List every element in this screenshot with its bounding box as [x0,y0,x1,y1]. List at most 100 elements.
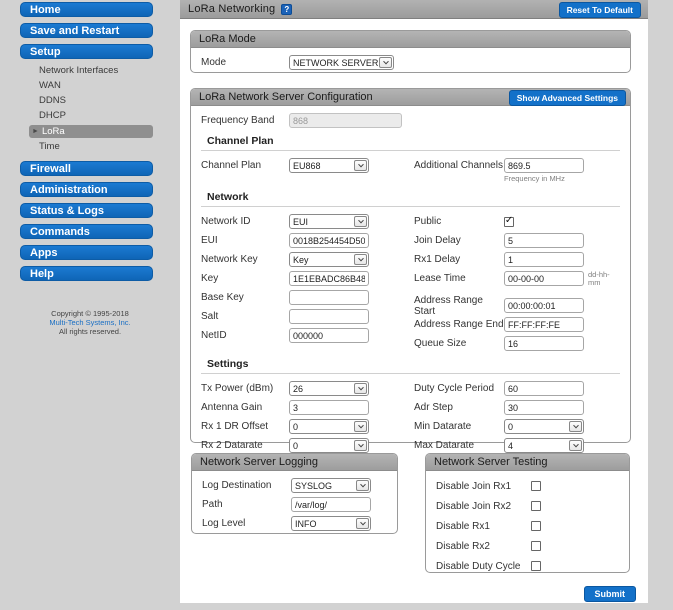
network-id-select[interactable]: EUI [289,214,369,229]
max-datarate-select[interactable]: 4 [504,438,584,453]
lease-time-input[interactable] [504,271,584,286]
key-input[interactable] [289,271,369,286]
disable-rx2-checkbox[interactable]: ✓ [531,541,541,551]
duty-cycle-period-input[interactable] [504,381,584,396]
rx1-dr-offset-select-value: 0 [293,421,299,432]
chevron-down-icon [379,57,392,68]
path-input[interactable] [291,497,371,512]
frequency-band-input [289,113,402,128]
address-range-end-label: Address Range End [414,319,504,330]
page-title: LoRa Networking [188,3,276,15]
log-level-label: Log Level [202,518,246,529]
rx2-datarate-select[interactable]: 0 [289,438,369,453]
eui-input[interactable] [289,233,369,248]
network-key-select-value: Key [293,254,309,265]
network-key-label: Network Key [201,254,258,265]
tx-power-select[interactable]: 26 [289,381,369,396]
copyright-company-link[interactable]: Multi-Tech Systems, Inc. [49,318,130,327]
disable-join-rx2-checkbox[interactable]: ✓ [531,501,541,511]
network-server-testing-panel: Network Server Testing Disable Join Rx1 … [425,453,630,573]
chevron-down-icon [354,254,367,265]
chevron-down-icon [356,518,369,529]
network-id-label: Network ID [201,216,251,227]
rx1-dr-offset-label: Rx 1 DR Offset [201,421,269,432]
min-datarate-select[interactable]: 0 [504,419,584,434]
sidebar-subitem-lora[interactable]: ► LoRa [29,125,153,138]
config-panel-header: LoRa Network Server Configuration Show A… [191,89,630,106]
sidebar-subitem-ddns[interactable]: DDNS [39,95,180,107]
queue-size-input[interactable] [504,336,584,351]
sidebar-item-status-and-logs[interactable]: Status & Logs [20,203,153,218]
adr-step-label: Adr Step [414,402,453,413]
base-key-label: Base Key [201,292,244,303]
network-key-select[interactable]: Key [289,252,369,267]
disable-join-rx1-checkbox[interactable]: ✓ [531,481,541,491]
rx2-datarate-label: Rx 2 Datarate [201,440,263,451]
copyright-line1: Copyright © 1995-2018 [51,309,129,318]
join-delay-input[interactable] [504,233,584,248]
chevron-down-icon [354,383,367,394]
additional-channels-label: Additional Channels [414,160,503,171]
min-datarate-label: Min Datarate [414,421,472,432]
sidebar-subitem-wan[interactable]: WAN [39,80,180,92]
sidebar-subitem-time[interactable]: Time [39,141,180,153]
frequency-band-label: Frequency Band [201,115,275,126]
lease-time-label: Lease Time [414,273,466,284]
mode-select[interactable]: NETWORK SERVER [289,55,394,70]
rx1-delay-label: Rx1 Delay [414,254,461,265]
chevron-down-icon [354,421,367,432]
reset-to-default-button[interactable]: Reset To Default [558,2,641,18]
logging-panel-header: Network Server Logging [192,454,397,471]
sidebar: Home Save and Restart Setup Network Inte… [0,0,180,336]
sidebar-subitem-label: LoRa [41,126,65,137]
disable-rx2-label: Disable Rx2 [436,540,490,552]
adr-step-input[interactable] [504,400,584,415]
min-datarate-select-value: 0 [508,421,514,432]
sidebar-item-help[interactable]: Help [20,266,153,281]
log-destination-select[interactable]: SYSLOG [291,478,371,493]
address-range-start-input[interactable] [504,298,584,313]
disable-rx1-checkbox[interactable]: ✓ [531,521,541,531]
channel-plan-select[interactable]: EU868 [289,158,369,173]
sidebar-item-commands[interactable]: Commands [20,224,153,239]
sidebar-item-setup[interactable]: Setup [20,44,153,59]
rx1-dr-offset-select[interactable]: 0 [289,419,369,434]
sidebar-item-apps[interactable]: Apps [20,245,153,260]
disable-join-rx1-label: Disable Join Rx1 [436,480,512,492]
help-icon[interactable]: ? [281,3,293,15]
setup-submenu: Network Interfaces WAN DDNS DHCP ► LoRa … [0,65,180,153]
disable-duty-cycle-checkbox[interactable]: ✓ [531,561,541,571]
sidebar-subitem-network-interfaces[interactable]: Network Interfaces [39,65,180,77]
address-range-end-input[interactable] [504,317,584,332]
additional-channels-input[interactable] [504,158,584,173]
antenna-gain-input[interactable] [289,400,369,415]
submit-button[interactable]: Submit [583,586,636,602]
sidebar-item-administration[interactable]: Administration [20,182,153,197]
disable-rx1-label: Disable Rx1 [436,520,490,532]
testing-panel-title: Network Server Testing [434,456,548,468]
config-panel-title: LoRa Network Server Configuration [199,91,373,103]
sidebar-item-firewall[interactable]: Firewall [20,161,153,176]
log-level-select[interactable]: INFO [291,516,371,531]
sidebar-item-save-and-restart[interactable]: Save and Restart [20,23,153,38]
lease-time-note: dd-hh-mm [588,269,610,287]
show-advanced-settings-button[interactable]: Show Advanced Settings [508,90,626,106]
network-section-title: Network [201,186,620,207]
rx2-datarate-select-value: 0 [293,440,299,451]
join-delay-label: Join Delay [414,235,461,246]
salt-input[interactable] [289,309,369,324]
logging-panel-title: Network Server Logging [200,456,319,468]
rx1-delay-input[interactable] [504,252,584,267]
public-label: Public [414,216,442,227]
mode-select-value: NETWORK SERVER [293,57,379,68]
base-key-input[interactable] [289,290,369,305]
eui-label: EUI [201,235,218,246]
channel-plan-select-value: EU868 [293,160,321,171]
netid-input[interactable] [289,328,369,343]
sidebar-item-home[interactable]: Home [20,2,153,17]
checkmark-icon: ✓ [504,214,514,226]
settings-section-title: Settings [201,353,620,374]
sidebar-subitem-dhcp[interactable]: DHCP [39,110,180,122]
log-level-select-value: INFO [295,518,317,529]
public-checkbox[interactable]: ✓ [504,214,514,227]
